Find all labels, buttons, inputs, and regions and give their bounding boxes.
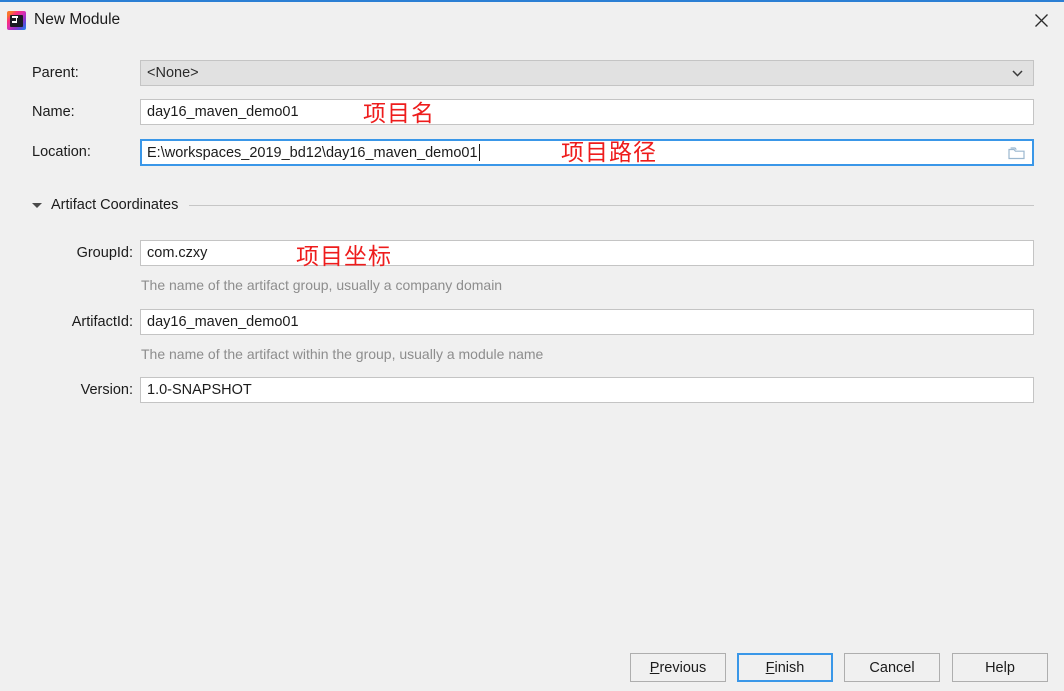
artifact-coordinates-section-toggle[interactable]: Artifact Coordinates [32,195,1034,215]
name-input[interactable]: day16_maven_demo01 [140,99,1034,125]
section-divider [189,204,1034,206]
group-id-label: GroupId: [76,245,133,261]
artifact-id-label: ArtifactId: [71,314,133,330]
window-title-bar: New Module [0,0,1064,39]
group-id-input[interactable]: com.czxy [140,240,1034,266]
artifact-id-hint: The name of the artifact within the grou… [141,346,544,362]
parent-combobox[interactable]: <None> [140,60,1034,86]
artifact-id-input[interactable]: day16_maven_demo01 [140,309,1034,335]
group-id-hint: The name of the artifact group, usually … [141,277,503,293]
previous-button-label: Previous [649,659,707,676]
parent-label: Parent: [32,65,79,81]
previous-button[interactable]: Previous [630,653,726,682]
group-id-input-value: com.czxy [147,245,208,261]
parent-value: <None> [147,65,199,81]
chevron-down-icon [1012,69,1023,77]
help-button-label: Help [985,659,1015,676]
cancel-button-label: Cancel [869,659,915,676]
finish-button-label: Finish [765,659,805,676]
intellij-idea-icon [7,11,26,30]
version-label: Version: [80,382,133,398]
name-input-value: day16_maven_demo01 [147,104,299,120]
triangle-down-icon [32,202,42,208]
name-label: Name: [32,104,75,120]
finish-button[interactable]: Finish [737,653,833,682]
location-label: Location: [32,144,91,160]
location-input-value: E:\workspaces_2019_bd12\day16_maven_demo… [147,144,478,161]
folder-icon[interactable] [1008,146,1025,160]
help-button[interactable]: Help [952,653,1048,682]
version-input-value: 1.0-SNAPSHOT [147,382,252,398]
window-title: New Module [34,11,121,28]
close-icon[interactable] [1018,4,1064,37]
location-input[interactable]: E:\workspaces_2019_bd12\day16_maven_demo… [140,139,1034,166]
cancel-button[interactable]: Cancel [844,653,940,682]
artifact-coordinates-title: Artifact Coordinates [51,197,179,213]
text-caret [478,144,480,161]
artifact-id-input-value: day16_maven_demo01 [147,314,299,330]
version-input[interactable]: 1.0-SNAPSHOT [140,377,1034,403]
